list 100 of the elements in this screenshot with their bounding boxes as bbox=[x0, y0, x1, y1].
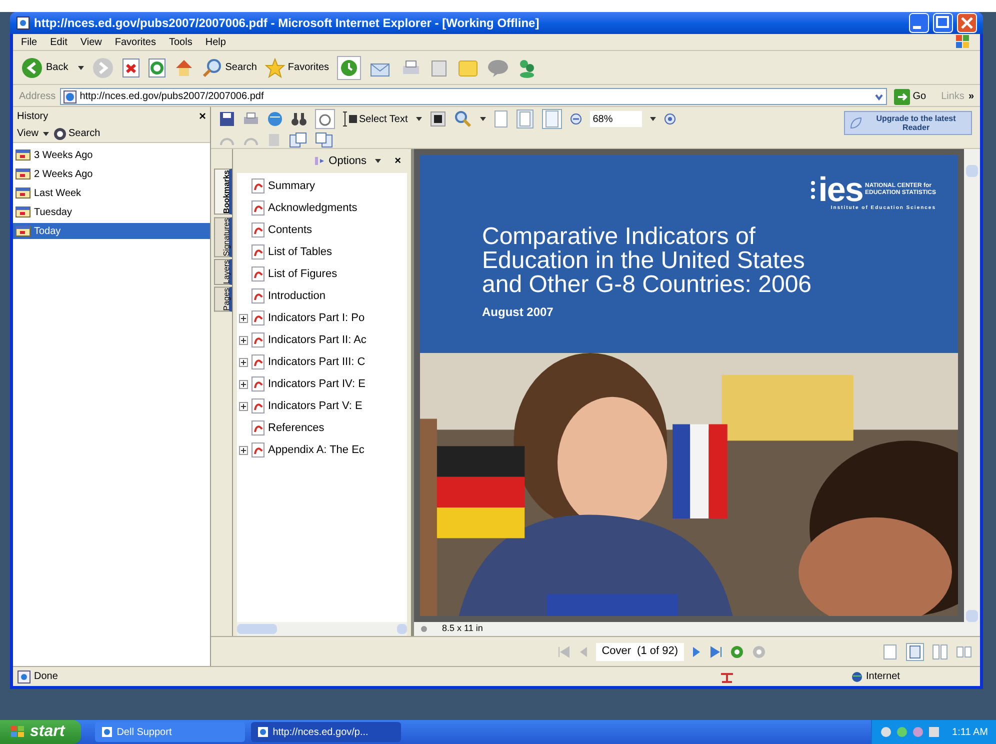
bookmark-item[interactable]: Indicators Part II: Ac bbox=[268, 332, 366, 348]
tray-icon[interactable] bbox=[880, 726, 892, 738]
bookmark-item[interactable]: Summary bbox=[268, 178, 316, 194]
pdf-page-icon bbox=[250, 178, 266, 194]
globe-icon[interactable] bbox=[267, 111, 283, 127]
view-menu[interactable]: View bbox=[17, 126, 38, 141]
expand-plus-icon[interactable] bbox=[239, 446, 248, 454]
menu-item[interactable]: Favorites bbox=[114, 34, 156, 50]
expand-plus-icon[interactable] bbox=[239, 402, 248, 410]
bookmark-item[interactable]: List of Figures bbox=[268, 266, 338, 282]
go-forward-icon[interactable] bbox=[752, 644, 766, 658]
binoculars-icon[interactable] bbox=[291, 111, 307, 127]
taskbar-button[interactable]: http://nces.ed.gov/p... bbox=[250, 722, 401, 742]
search-button[interactable]: Search bbox=[202, 58, 257, 78]
vertical-scrollbar[interactable] bbox=[964, 149, 980, 622]
last-page-icon[interactable] bbox=[710, 646, 722, 658]
expand-plus-icon[interactable] bbox=[239, 314, 248, 322]
zoom-out-icon[interactable] bbox=[570, 113, 582, 125]
bookmark-item[interactable]: List of Tables bbox=[268, 244, 332, 260]
bookmark-item[interactable]: Appendix A: The Ec bbox=[268, 442, 364, 458]
facing-icon[interactable] bbox=[932, 644, 948, 660]
zoom-in-icon[interactable] bbox=[664, 113, 676, 125]
page-forward-icon[interactable] bbox=[289, 132, 307, 148]
dropdown-arrow-icon[interactable] bbox=[480, 117, 486, 121]
tray-icon[interactable] bbox=[928, 726, 940, 738]
bookmark-item[interactable]: Indicators Part V: E bbox=[268, 398, 362, 414]
refresh-icon[interactable] bbox=[148, 58, 166, 78]
page-number-field[interactable]: Cover (1 of 92) bbox=[596, 642, 684, 660]
single-page-icon[interactable] bbox=[882, 644, 898, 660]
speech-bubble-icon[interactable] bbox=[487, 58, 510, 78]
taskbar-button[interactable]: Dell Support bbox=[94, 722, 245, 742]
text-cursor-icon bbox=[343, 111, 357, 127]
expand-plus-icon[interactable] bbox=[239, 380, 248, 388]
bookmark-item[interactable]: Indicators Part III: C bbox=[268, 354, 366, 370]
cover-title-line: and Other G-8 Countries: 2006 bbox=[482, 272, 813, 296]
close-button[interactable]: × bbox=[198, 107, 206, 125]
history-item[interactable]: Tuesday bbox=[13, 204, 210, 220]
dropdown-arrow-icon[interactable] bbox=[78, 66, 84, 70]
zoom-field[interactable]: 68% bbox=[590, 111, 642, 127]
star-icon bbox=[264, 58, 285, 78]
search-button[interactable]: Search bbox=[52, 126, 100, 141]
dropdown-arrow-icon[interactable] bbox=[42, 132, 48, 136]
close-button[interactable]: × bbox=[394, 152, 401, 170]
minimize-button[interactable] bbox=[909, 13, 929, 33]
fit-page-icon[interactable] bbox=[516, 109, 534, 129]
bookmark-item[interactable]: Indicators Part IV: E bbox=[268, 376, 366, 392]
go-back-icon[interactable] bbox=[730, 644, 744, 658]
calendar-icon bbox=[15, 168, 31, 180]
close-button[interactable] bbox=[957, 13, 977, 33]
stop-icon[interactable] bbox=[122, 58, 140, 78]
options-menu[interactable]: Options bbox=[314, 152, 367, 170]
pdf-page-icon bbox=[250, 222, 266, 238]
bookmark-item[interactable]: References bbox=[268, 420, 324, 436]
dropdown-arrow-icon[interactable] bbox=[416, 117, 422, 121]
history-item[interactable]: 2 Weeks Ago bbox=[13, 166, 210, 182]
history-item[interactable]: Today bbox=[13, 223, 210, 239]
more-chevron[interactable]: » bbox=[968, 89, 974, 104]
upgrade-button[interactable]: Upgrade to the latest Reader bbox=[844, 111, 972, 135]
snapshot-icon[interactable] bbox=[430, 111, 446, 127]
bookmark-item[interactable]: Indicators Part I: Po bbox=[268, 310, 365, 326]
dropdown-arrow-icon[interactable] bbox=[650, 117, 656, 121]
menu-item[interactable]: Edit bbox=[50, 34, 68, 50]
address-field[interactable]: http://nces.ed.gov/pubs2007/2007006.pdf bbox=[60, 88, 887, 105]
expand-plus-icon[interactable] bbox=[239, 358, 248, 366]
continuous-facing-icon[interactable] bbox=[956, 644, 972, 660]
bookmark-item[interactable]: Acknowledgments bbox=[268, 200, 358, 216]
panel-tab[interactable]: Signatures bbox=[214, 216, 232, 257]
pdf-page-icon bbox=[250, 332, 266, 348]
next-page-icon[interactable] bbox=[692, 646, 702, 658]
bookmark-item[interactable]: Introduction bbox=[268, 288, 326, 304]
panel-tab[interactable]: Pages bbox=[214, 286, 232, 312]
home-icon[interactable] bbox=[174, 58, 194, 78]
windows-flag-icon bbox=[10, 725, 26, 739]
history-clock-icon[interactable] bbox=[337, 56, 362, 80]
history-item[interactable]: 3 Weeks Ago bbox=[13, 147, 210, 163]
folder-icon[interactable] bbox=[457, 58, 480, 78]
select-text-button[interactable]: Select Text bbox=[343, 111, 408, 127]
panel-tab[interactable]: Bookmarks bbox=[214, 169, 232, 215]
menu-item[interactable]: Tools bbox=[168, 34, 192, 50]
menu-item[interactable]: View bbox=[80, 34, 102, 50]
zoom-magnifier-icon[interactable] bbox=[454, 110, 472, 128]
continuous-icon[interactable] bbox=[906, 642, 924, 660]
back-button[interactable]: Back bbox=[19, 56, 70, 78]
cover-date: August 2007 bbox=[482, 304, 554, 320]
maximize-button[interactable] bbox=[933, 13, 953, 33]
panel-tab[interactable]: Layers bbox=[214, 258, 232, 285]
go-button[interactable]: Go bbox=[890, 88, 930, 104]
fit-width-icon[interactable] bbox=[542, 109, 562, 129]
bookmark-item[interactable]: Contents bbox=[268, 222, 312, 238]
horizontal-scrollbar[interactable] bbox=[237, 622, 407, 636]
page-icon[interactable] bbox=[494, 110, 508, 128]
pdf-page-icon bbox=[250, 420, 266, 436]
page-back-icon[interactable] bbox=[315, 132, 333, 148]
menu-item[interactable]: File bbox=[21, 34, 38, 50]
history-item[interactable]: Last Week bbox=[13, 185, 210, 201]
menu-item[interactable]: Help bbox=[205, 34, 226, 50]
print-icon[interactable] bbox=[243, 111, 259, 127]
favorites-button[interactable]: Favorites bbox=[264, 58, 330, 78]
expand-plus-icon[interactable] bbox=[239, 336, 248, 344]
dropdown-arrow-icon[interactable] bbox=[374, 159, 381, 163]
